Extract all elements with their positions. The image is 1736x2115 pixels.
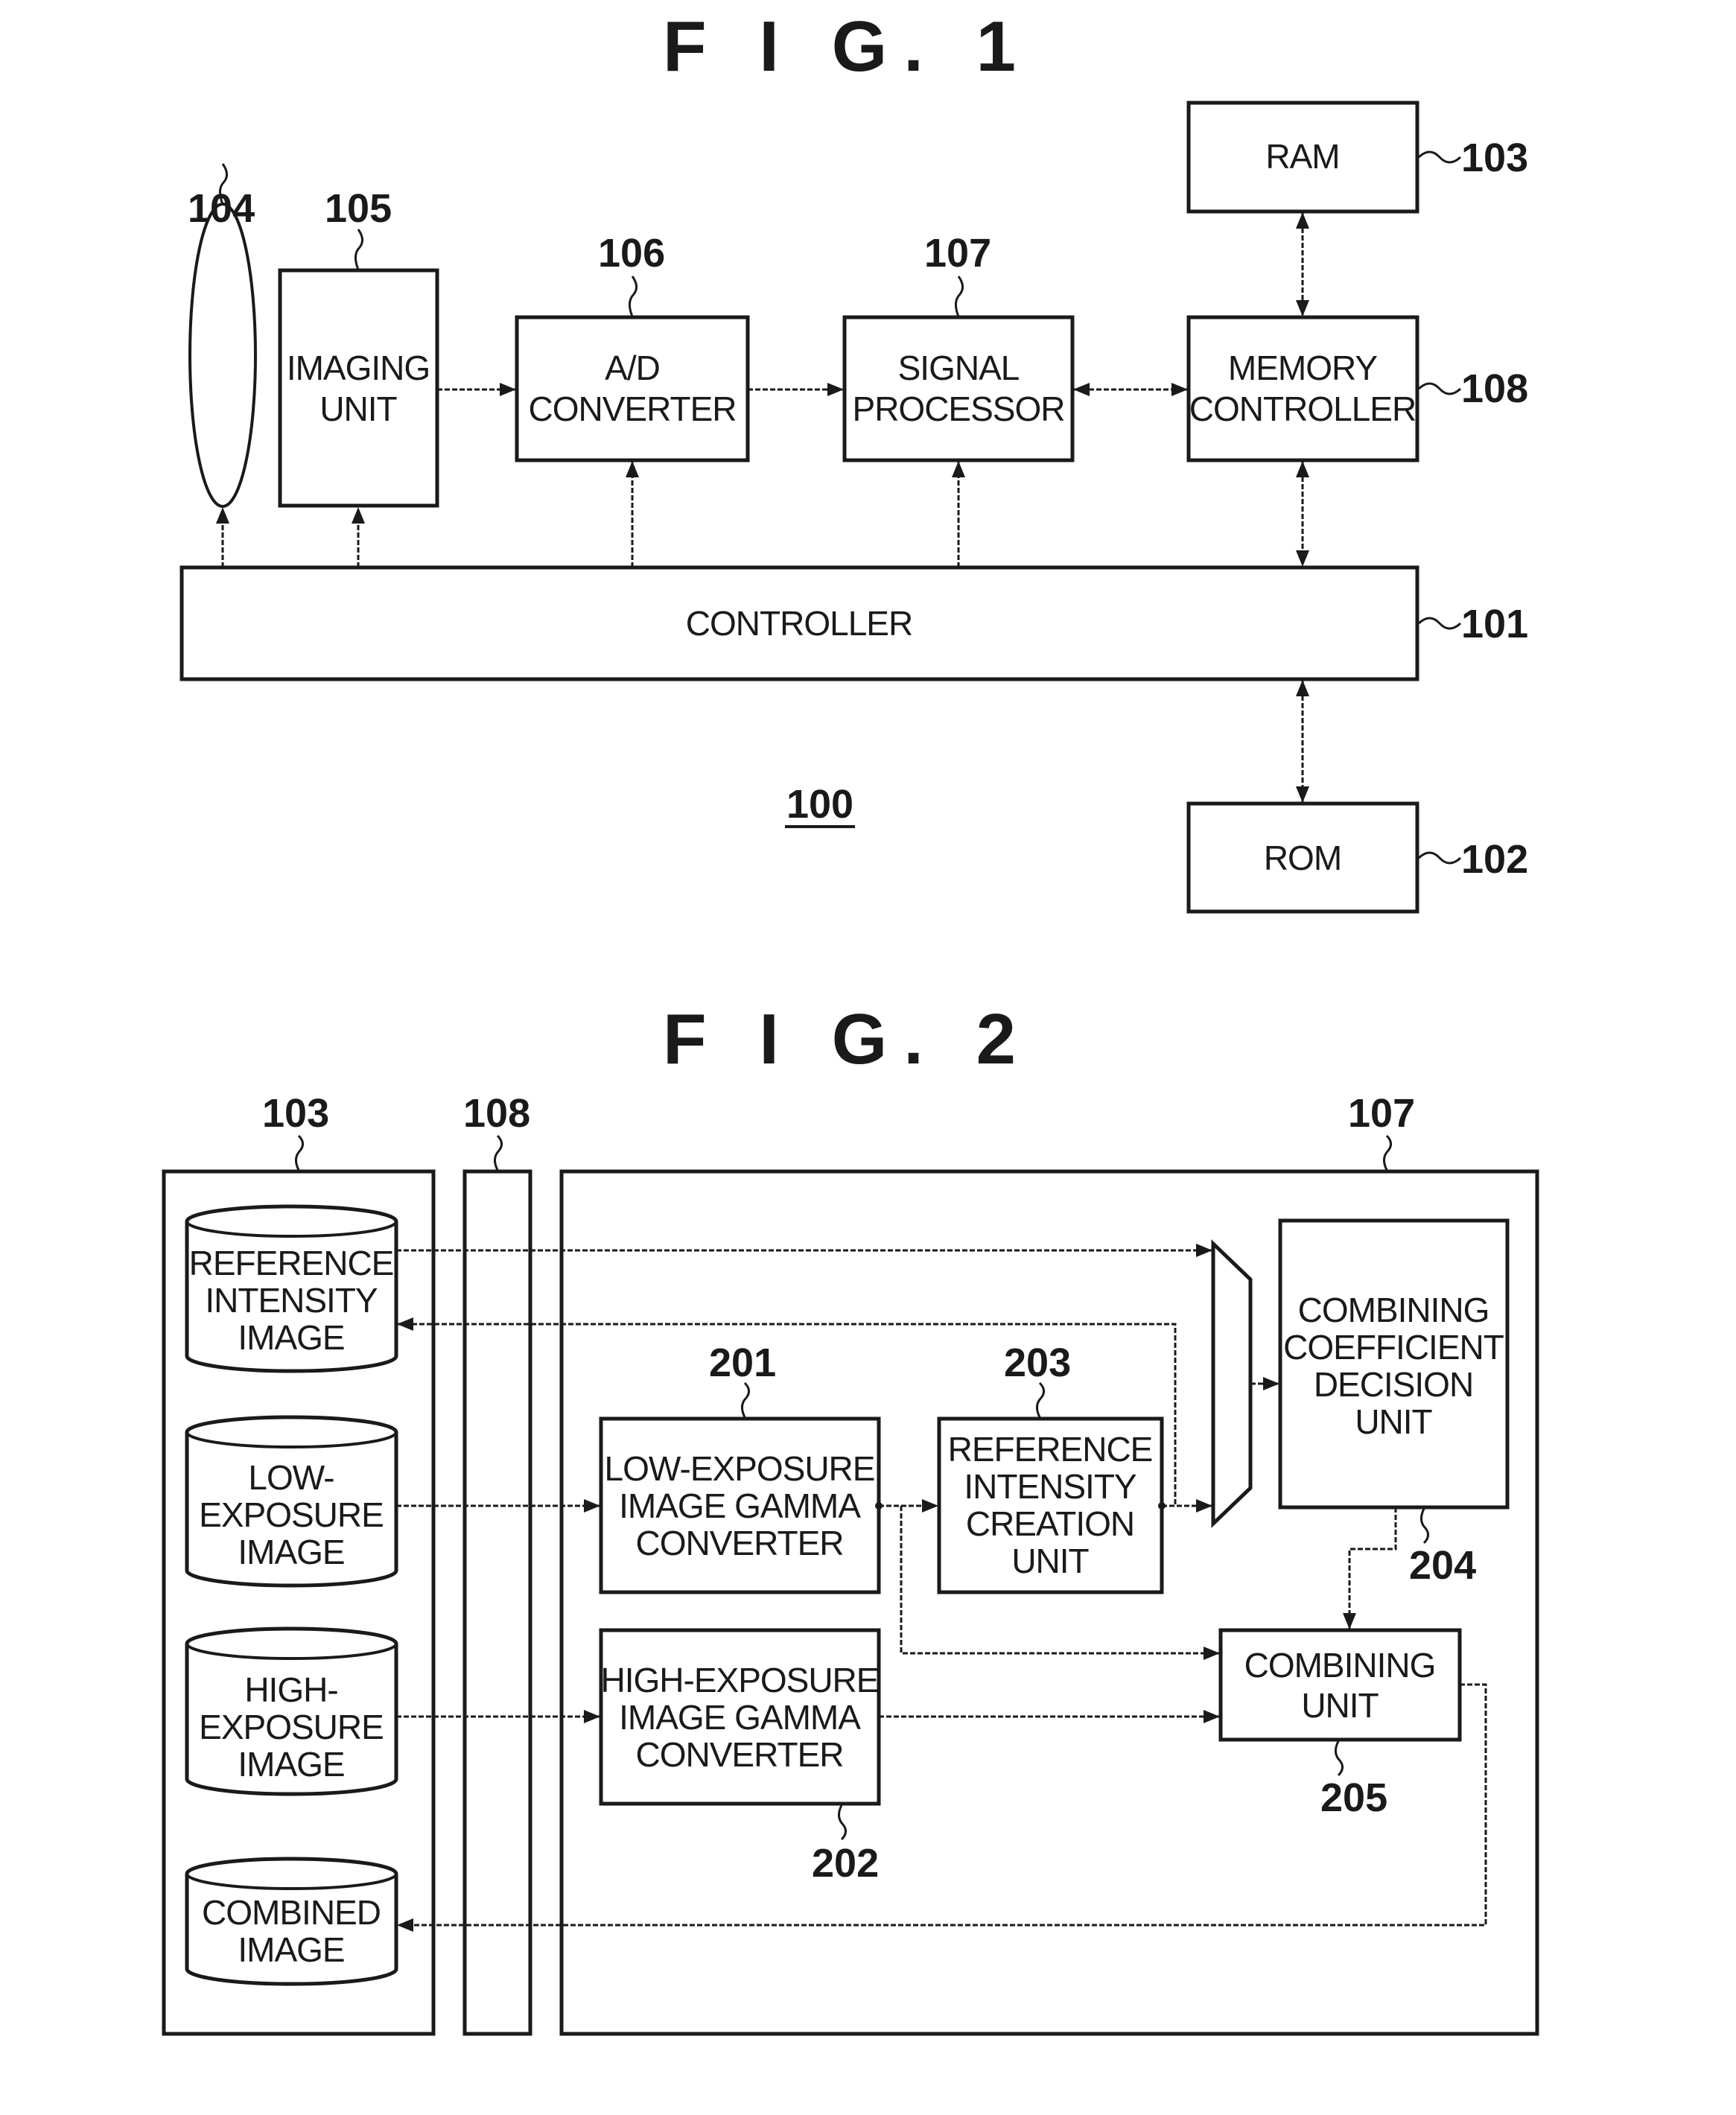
unit-205-line2: UNIT (1301, 1686, 1379, 1725)
unit-203-line4: UNIT (1011, 1542, 1089, 1580)
ref-202: 202 (812, 1841, 879, 1886)
unit-203-line3: CREATION (966, 1504, 1134, 1543)
ref-104: 104 (188, 186, 255, 231)
combining-unit-205: COMBINING UNIT 205 (1218, 1628, 1462, 1820)
high-image-line1: HIGH- (244, 1670, 337, 1709)
unit-204-line4: UNIT (1355, 1402, 1432, 1441)
leader-106 (629, 276, 638, 317)
leader-107 (955, 276, 964, 317)
fig2-title: F I G. 2 (663, 999, 1032, 1079)
unit-202-line1: HIGH-EXPOSURE (601, 1661, 879, 1699)
ref-102: 102 (1461, 837, 1528, 882)
ad-converter-line2: CONVERTER (529, 389, 737, 428)
unit-204-line2: COEFFICIENT (1283, 1328, 1504, 1367)
ref-108: 108 (1461, 366, 1528, 411)
ref-108-fig2: 108 (463, 1091, 530, 1136)
low-image-line3: IMAGE (238, 1533, 344, 1571)
high-image-line2: EXPOSURE (199, 1708, 384, 1746)
fig1-title: F I G. 1 (663, 7, 1032, 86)
storage-combined-image: COMBINED IMAGE (185, 1857, 398, 1986)
ref-204: 204 (1409, 1543, 1476, 1588)
unit-203-line1: REFERENCE (948, 1430, 1153, 1469)
ram-103: RAM 103 (1186, 101, 1528, 214)
ad-converter-106: A/D CONVERTER 106 (515, 231, 750, 462)
ref-image-line2: INTENSITY (205, 1281, 378, 1320)
low-exposure-gamma-converter-201: LOW-EXPOSURE IMAGE GAMMA CONVERTER 201 (599, 1340, 881, 1594)
container-memory-controller-box (462, 1169, 532, 2036)
ad-converter-box (515, 315, 750, 462)
leader-108-fig2 (494, 1134, 503, 1171)
storage-reference-intensity-image: REFERENCE INTENSITY IMAGE (185, 1204, 398, 1373)
ref-image-line3: IMAGE (238, 1318, 344, 1357)
memory-controller-box (1186, 315, 1419, 462)
combined-image-line1: COMBINED (202, 1893, 381, 1932)
ref-103: 103 (1461, 136, 1528, 180)
signal-processor-107: SIGNAL PROCESSOR 107 (842, 231, 1075, 462)
rom-label: ROM (1264, 839, 1341, 877)
leader-201 (741, 1381, 750, 1418)
ref-107-fig2: 107 (1348, 1091, 1415, 1136)
leader-204 (1420, 1508, 1429, 1545)
selector-mux-icon (1211, 1239, 1253, 1528)
patent-figures: F I G. 1 104 IMAGING UNIT 105 A/D CONVER… (162, 7, 1539, 2036)
signal-processor-line1: SIGNAL (898, 349, 1020, 387)
ref-205: 205 (1320, 1775, 1387, 1820)
unit-202-line3: CONVERTER (636, 1735, 844, 1774)
imaging-unit-box (278, 268, 439, 508)
ref-103-fig2: 103 (262, 1091, 329, 1136)
arrow-decision-to-combining (1343, 1507, 1397, 1629)
combining-coefficient-decision-204: COMBINING COEFFICIENT DECISION UNIT 204 (1278, 1218, 1510, 1588)
leader-105 (354, 229, 363, 270)
lens-icon (188, 203, 257, 508)
leader-107-fig2 (1383, 1134, 1392, 1171)
ref-101: 101 (1461, 602, 1528, 646)
leader-108 (1417, 382, 1462, 395)
unit-202-line2: IMAGE GAMMA (619, 1698, 861, 1737)
signal-processor-box (842, 315, 1075, 462)
imaging-unit-line2: UNIT (319, 389, 397, 428)
controller-label: CONTROLLER (686, 604, 912, 643)
low-image-line2: EXPOSURE (199, 1495, 384, 1534)
leader-101 (1417, 617, 1462, 630)
lens-104: 104 (188, 163, 257, 508)
leader-202 (838, 1804, 847, 1841)
imaging-unit-line1: IMAGING (287, 349, 430, 387)
memory-controller-108: MEMORY CONTROLLER 108 (1186, 315, 1528, 462)
ram-label: RAM (1265, 137, 1339, 176)
storage-low-exposure-image: LOW- EXPOSURE IMAGE (185, 1415, 398, 1588)
low-image-line1: LOW- (248, 1458, 334, 1497)
unit-204-line1: COMBINING (1298, 1291, 1489, 1329)
memory-controller-line1: MEMORY (1228, 349, 1377, 387)
ref-image-line1: REFERENCE (189, 1244, 394, 1282)
system-label-100: 100 (786, 782, 853, 827)
container-memory-controller-108: 108 (462, 1091, 532, 2036)
high-image-line3: IMAGE (238, 1745, 344, 1784)
leader-203 (1036, 1381, 1045, 1418)
reference-intensity-creation-203: REFERENCE INTENSITY CREATION UNIT 203 (937, 1340, 1164, 1594)
combined-image-line2: IMAGE (238, 1930, 344, 1969)
ref-201: 201 (709, 1340, 776, 1385)
storage-high-exposure-image: HIGH- EXPOSURE IMAGE (185, 1626, 398, 1796)
ref-203: 203 (1004, 1340, 1071, 1385)
leader-205 (1335, 1740, 1344, 1777)
unit-203-line2: INTENSITY (964, 1467, 1136, 1506)
controller-101: CONTROLLER 101 (179, 565, 1528, 681)
memory-controller-line2: CONTROLLER (1189, 389, 1416, 428)
high-exposure-gamma-converter-202: HIGH-EXPOSURE IMAGE GAMMA CONVERTER 202 (599, 1628, 881, 1886)
ad-converter-line1: A/D (605, 349, 660, 387)
ref-106: 106 (598, 231, 665, 276)
imaging-unit-105: IMAGING UNIT 105 (278, 186, 439, 508)
unit-201-line2: IMAGE GAMMA (619, 1486, 861, 1525)
unit-201-line1: LOW-EXPOSURE (605, 1449, 875, 1488)
rom-102: ROM 102 (1186, 801, 1528, 914)
unit-204-line3: DECISION (1314, 1365, 1473, 1404)
ref-107: 107 (924, 231, 991, 276)
unit-201-line3: CONVERTER (636, 1524, 844, 1562)
unit-205-line1: COMBINING (1244, 1646, 1436, 1685)
ref-105: 105 (325, 186, 392, 231)
leader-103 (1417, 150, 1462, 164)
leader-102 (1417, 851, 1462, 865)
signal-processor-line2: PROCESSOR (853, 389, 1065, 428)
leader-103-fig2 (295, 1134, 304, 1171)
